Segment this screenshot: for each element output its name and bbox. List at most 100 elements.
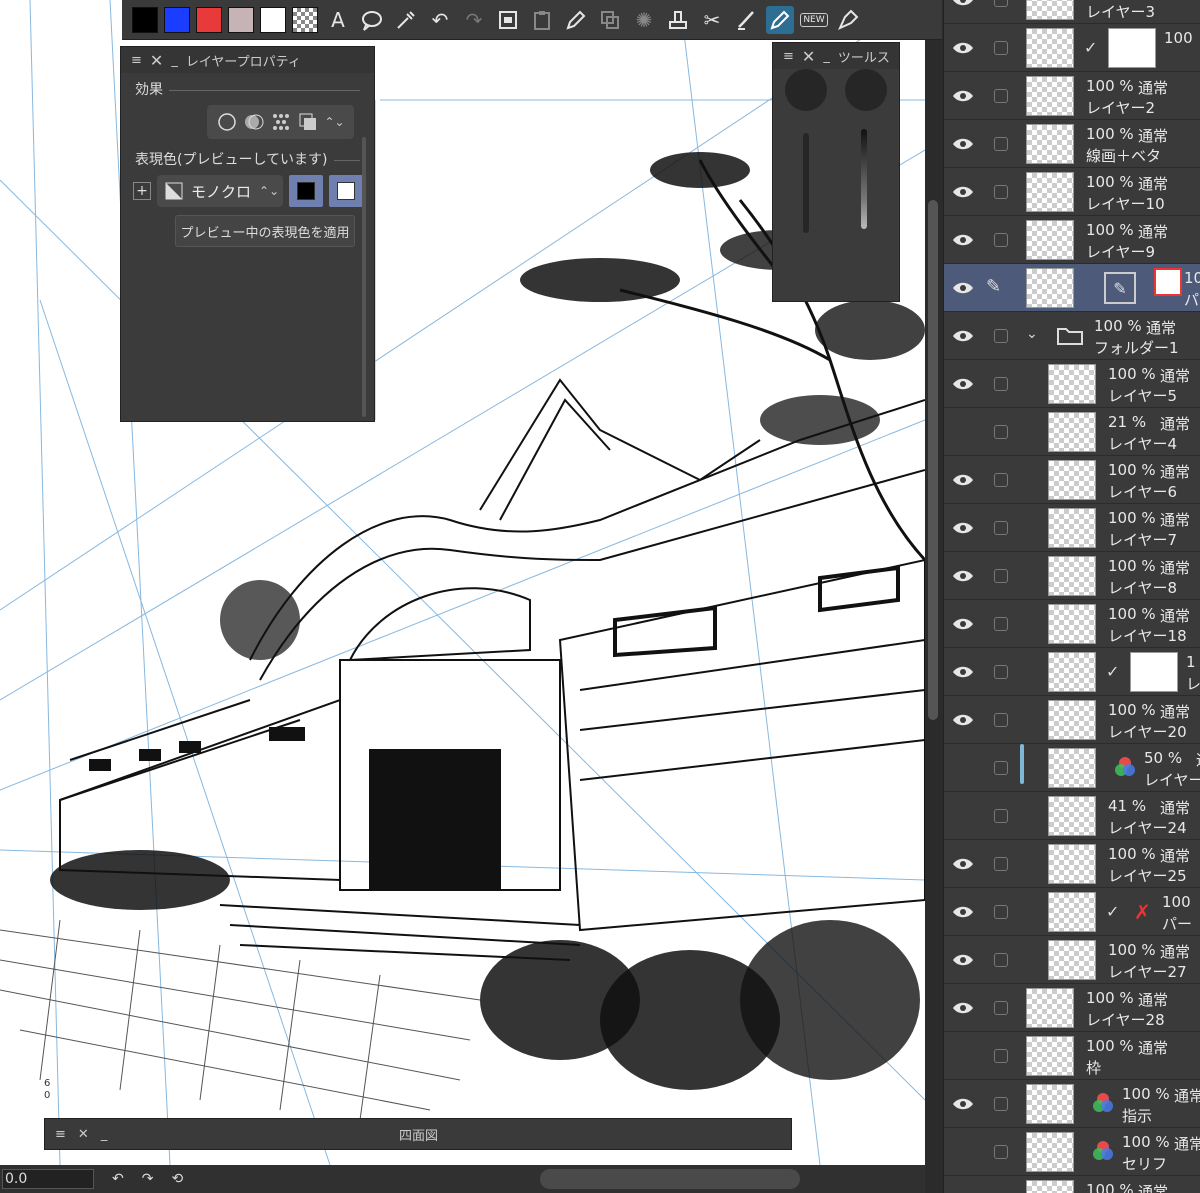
color-swatch-red[interactable]	[196, 6, 222, 33]
layer-lock-checkbox[interactable]	[994, 1097, 1008, 1111]
chevron-down-icon[interactable]: ⌄	[1026, 326, 1038, 342]
expression-color-select[interactable]: モノクロ ⌃⌄	[157, 175, 283, 207]
brush-size-circle[interactable]	[785, 69, 827, 111]
layer-lock-checkbox[interactable]	[994, 137, 1008, 151]
layer-row[interactable]: 100 % 通常 レイヤー7	[944, 504, 1200, 552]
layer-row[interactable]: 100 % 通常 レイヤー25	[944, 840, 1200, 888]
eye-icon[interactable]	[952, 229, 974, 251]
color-swatch-white[interactable]	[260, 6, 286, 33]
scan-icon[interactable]	[494, 6, 522, 34]
layer-lock-checkbox[interactable]	[994, 521, 1008, 535]
eye-icon[interactable]	[952, 133, 974, 155]
layer-row[interactable]: ⌄ 100 % 通常 フォルダー1	[944, 312, 1200, 360]
layer-row[interactable]: 100 % 通常枠	[944, 1032, 1200, 1080]
transparent-swatch-icon[interactable]	[292, 6, 318, 33]
layer-row[interactable]: 100 % 通常 レイヤー5	[944, 360, 1200, 408]
ink-pen-icon[interactable]	[834, 6, 862, 34]
layer-row[interactable]: 50 % 通レイヤー	[944, 744, 1200, 792]
layer-lock-checkbox[interactable]	[994, 41, 1008, 55]
layer-lock-checkbox[interactable]	[994, 329, 1008, 343]
layer-row[interactable]: 100 %通常セリフ	[944, 1128, 1200, 1176]
white-color-button[interactable]	[329, 175, 363, 207]
layer-row[interactable]: 100 % 通常 レイヤー18	[944, 600, 1200, 648]
eye-icon[interactable]	[952, 373, 974, 395]
new-badge-icon[interactable]: NEW	[800, 6, 828, 34]
eye-hidden-icon[interactable]	[952, 1045, 974, 1067]
layer-row[interactable]: レイヤー3	[944, 0, 1200, 24]
canvas-horizontal-scrollbar[interactable]	[540, 1169, 800, 1189]
layer-row[interactable]: 100 % 通常 レイヤー28	[944, 984, 1200, 1032]
layer-icon[interactable]	[596, 6, 624, 34]
layer-lock-checkbox[interactable]	[994, 665, 1008, 679]
expand-plus-icon[interactable]: +	[133, 182, 151, 200]
undo-icon[interactable]: ↶	[426, 6, 454, 34]
layer-row[interactable]: ✎ ✎ 10 パー	[944, 264, 1200, 312]
eye-hidden-icon[interactable]	[952, 805, 974, 827]
eye-icon[interactable]	[952, 181, 974, 203]
paste-icon[interactable]	[528, 6, 556, 34]
tone-icon[interactable]	[270, 111, 292, 133]
layer-row[interactable]: 100 % 通常 レイヤー9	[944, 216, 1200, 264]
layer-row[interactable]: 100 % 通常 レイヤー20	[944, 696, 1200, 744]
reset-rotation-icon[interactable]: ⟲	[171, 1171, 183, 1187]
brush-opacity-circle[interactable]	[845, 69, 887, 111]
eye-icon[interactable]	[952, 469, 974, 491]
redo-icon[interactable]: ↷	[460, 6, 488, 34]
eye-icon[interactable]	[952, 277, 974, 299]
layer-lock-checkbox[interactable]	[994, 1001, 1008, 1015]
eye-icon[interactable]	[952, 565, 974, 587]
eye-icon[interactable]	[952, 1093, 974, 1115]
panel-scrollbar[interactable]	[362, 137, 366, 417]
layer-lock-checkbox[interactable]	[994, 857, 1008, 871]
eye-icon[interactable]	[952, 325, 974, 347]
eyedropper-icon[interactable]	[392, 6, 420, 34]
loading-icon[interactable]: ✺	[630, 6, 658, 34]
size-slider[interactable]	[803, 133, 809, 233]
layer-row[interactable]: 100 % 通常	[944, 1176, 1200, 1193]
text-icon[interactable]: A	[324, 6, 352, 34]
layer-lock-checkbox[interactable]	[994, 89, 1008, 103]
eye-icon[interactable]	[952, 613, 974, 635]
layer-lock-checkbox[interactable]	[994, 905, 1008, 919]
layer-lock-checkbox[interactable]	[994, 761, 1008, 775]
layer-lock-checkbox[interactable]	[994, 377, 1008, 391]
close-icon[interactable]: ✕	[78, 1127, 89, 1142]
grip-icon[interactable]: ≡	[131, 53, 142, 68]
minimize-icon[interactable]: _	[101, 1127, 108, 1142]
layer-row[interactable]: ✓ ✗ 100 パー	[944, 888, 1200, 936]
eye-icon[interactable]	[952, 997, 974, 1019]
layer-lock-checkbox[interactable]	[994, 713, 1008, 727]
color-swatch-black[interactable]	[132, 6, 158, 33]
eye-hidden-icon[interactable]	[952, 421, 974, 443]
layer-row[interactable]: 100 % 通常 レイヤー6	[944, 456, 1200, 504]
apply-preview-color-button[interactable]: プレビュー中の表現色を適用	[175, 215, 355, 247]
stepper-icon[interactable]: ⌃⌄	[324, 111, 346, 133]
eye-hidden-icon[interactable]	[952, 757, 974, 779]
close-icon[interactable]: ✕	[150, 51, 163, 70]
layer-row[interactable]: 100 % 通常 レイヤー27	[944, 936, 1200, 984]
color-swatch-pink[interactable]	[228, 6, 254, 33]
opacity-slider[interactable]	[861, 129, 867, 229]
scissors-icon[interactable]: ✂	[698, 6, 726, 34]
rotate-left-icon[interactable]: ↶	[112, 1171, 124, 1187]
layer-lock-checkbox[interactable]	[994, 473, 1008, 487]
rotate-right-icon[interactable]: ↷	[142, 1171, 154, 1187]
layer-lock-checkbox[interactable]	[994, 809, 1008, 823]
layer-row[interactable]: 100 % 通常 レイヤー2	[944, 72, 1200, 120]
eye-icon[interactable]	[952, 949, 974, 971]
eye-hidden-icon[interactable]	[952, 1189, 974, 1193]
layer-row[interactable]: 100 % 通常 線画＋ベタ	[944, 120, 1200, 168]
layer-row[interactable]: 100 %通常指示	[944, 1080, 1200, 1128]
eye-icon[interactable]	[952, 85, 974, 107]
layer-color-icon[interactable]	[297, 111, 319, 133]
layer-row[interactable]: ✓ 1 レ	[944, 648, 1200, 696]
extract-line-icon[interactable]	[243, 111, 265, 133]
color-swatch-blue[interactable]	[164, 6, 190, 33]
layer-lock-checkbox[interactable]	[994, 0, 1008, 7]
zoom-field[interactable]: 0.0	[2, 1169, 94, 1189]
layer-lock-checkbox[interactable]	[994, 569, 1008, 583]
layer-lock-checkbox[interactable]	[994, 1049, 1008, 1063]
minimize-icon[interactable]: _	[823, 49, 830, 64]
grip-icon[interactable]: ≡	[783, 49, 794, 64]
eye-icon[interactable]	[952, 901, 974, 923]
